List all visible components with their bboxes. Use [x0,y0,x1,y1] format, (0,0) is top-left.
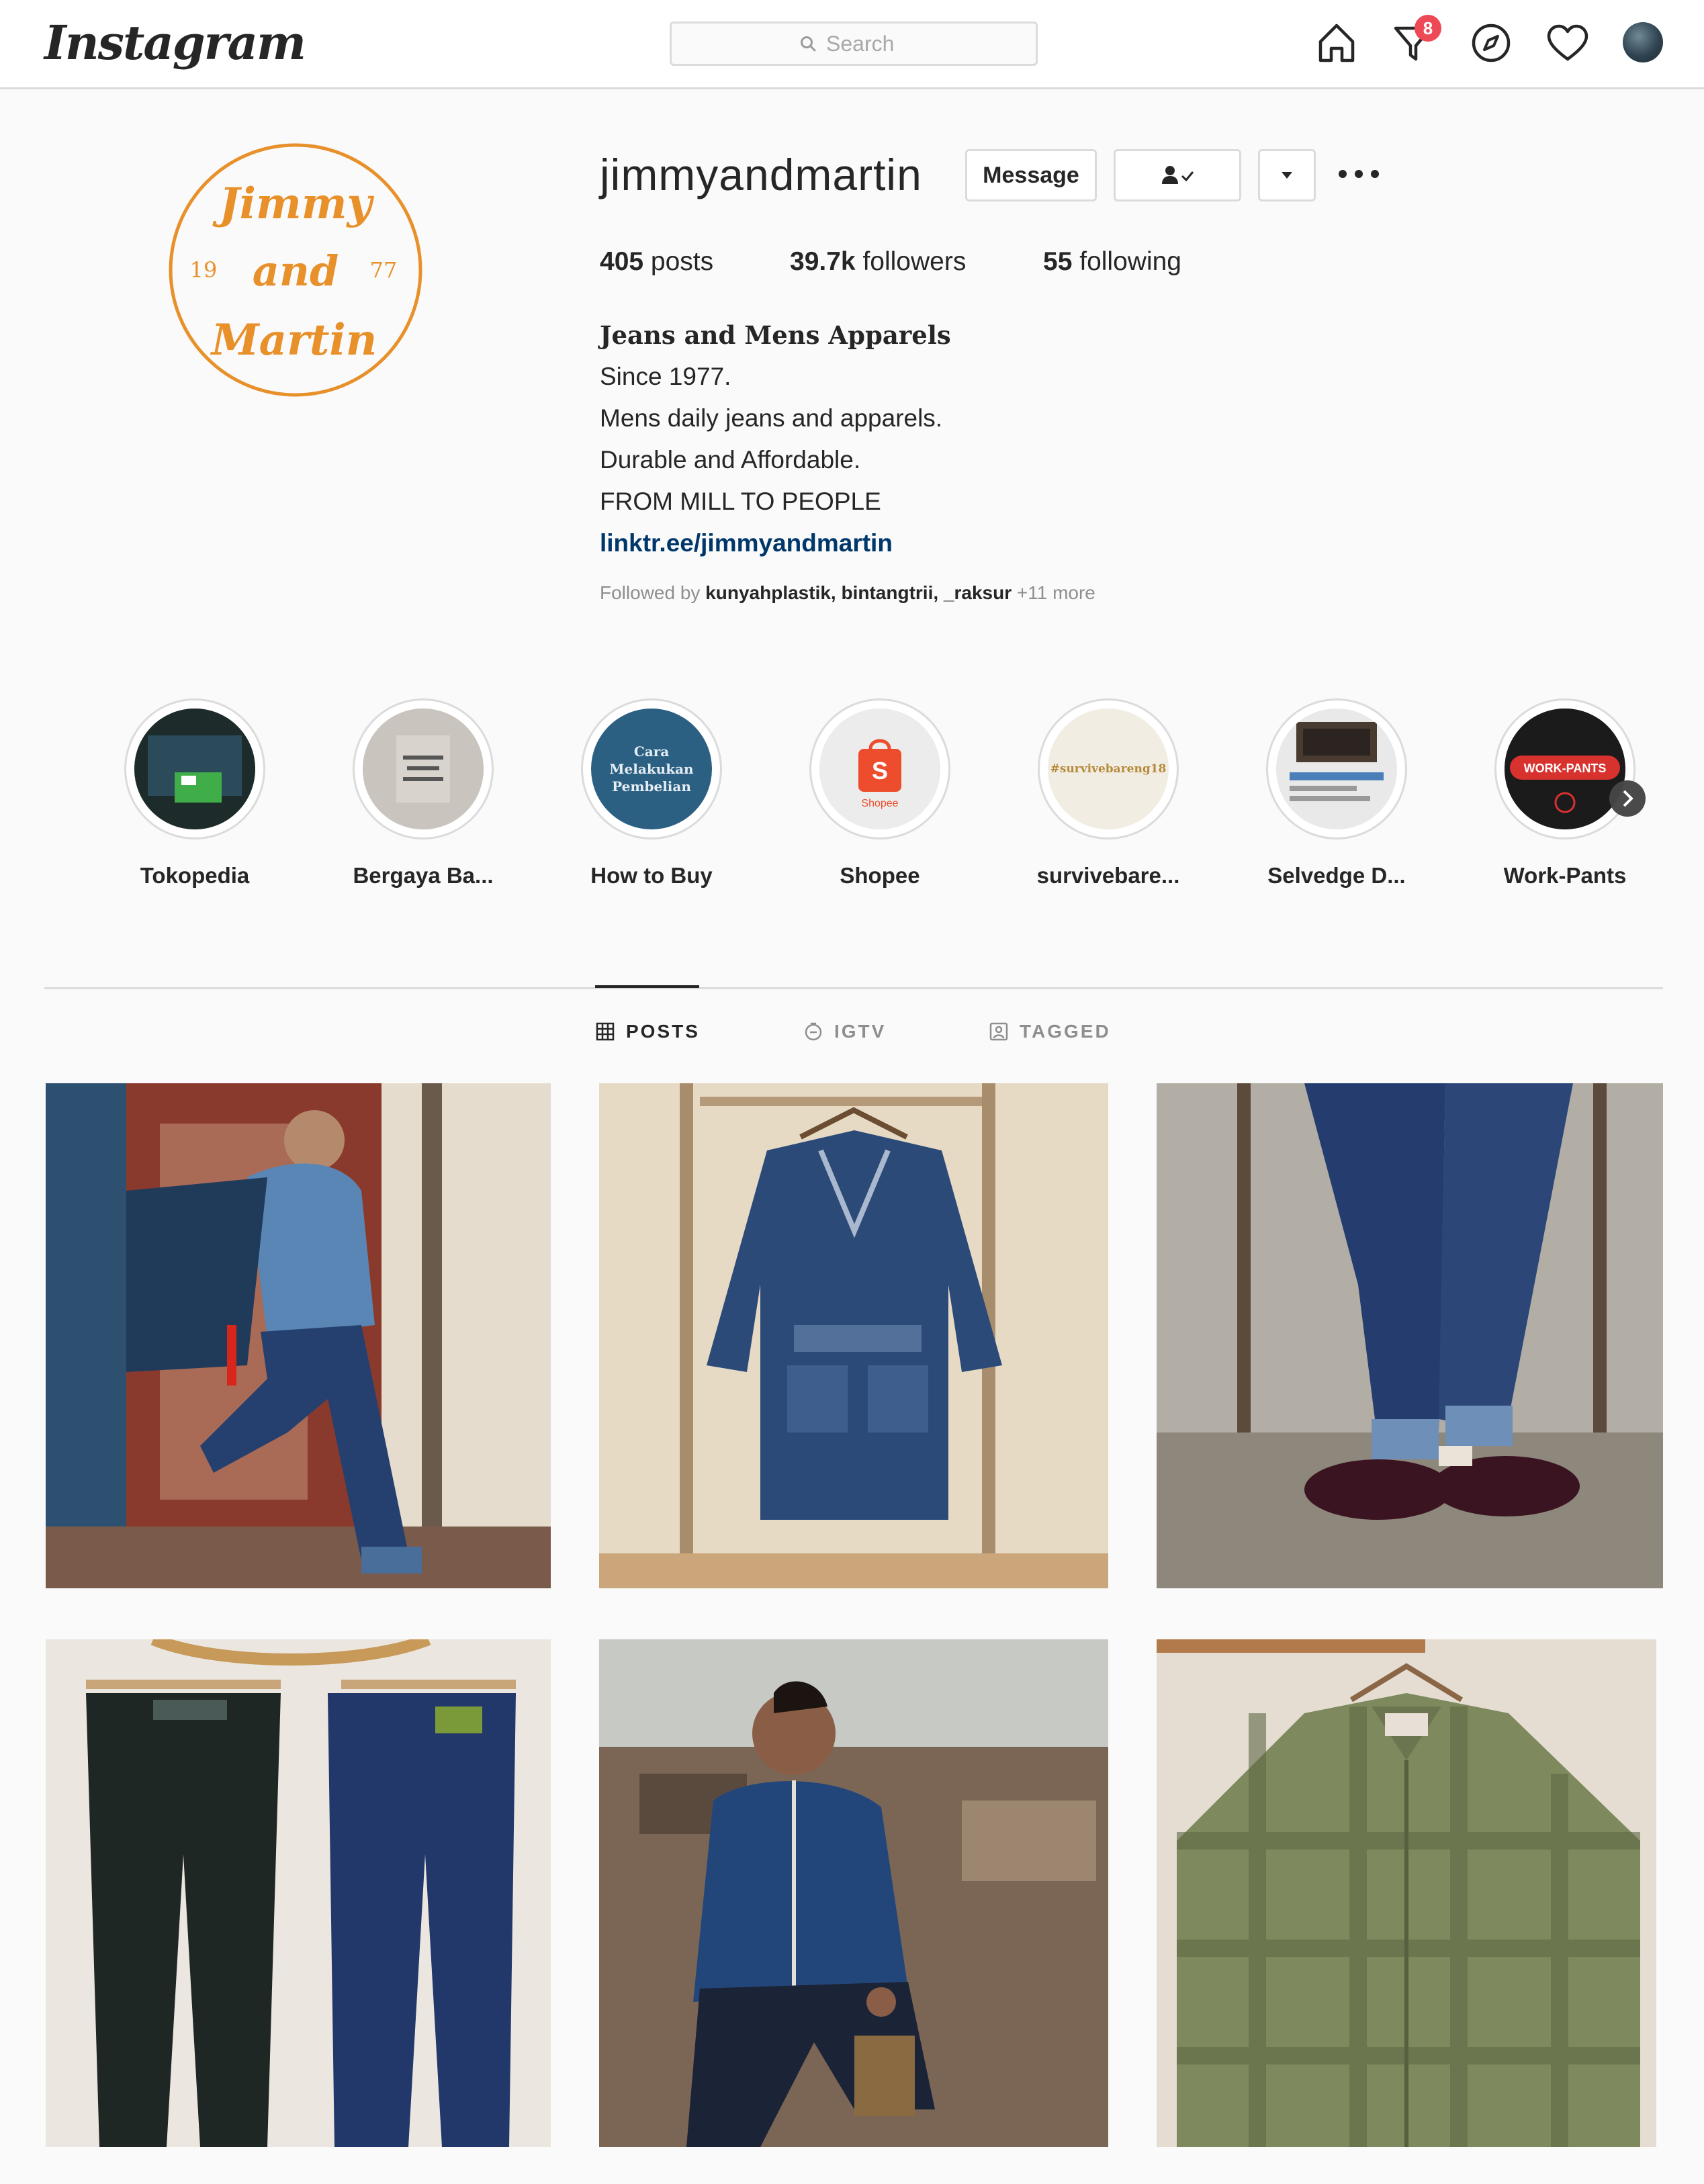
highlight-label: Work-Pants [1503,863,1627,888]
post-image [1157,1083,1663,1588]
post-image [1157,1639,1656,2147]
explore-icon[interactable] [1467,19,1515,67]
tagged-icon [989,1022,1008,1041]
bio-line: FROM MILL TO PEOPLE [600,488,881,515]
tab-label: POSTS [626,1021,700,1042]
highlight-ring [1266,698,1407,839]
followers-label: followers [862,247,967,276]
activity-heart-icon[interactable] [1543,19,1592,67]
search-icon [801,36,816,52]
highlight-ring: WORK-PANTS [1494,698,1635,839]
followed-by-prefix: Followed by [600,582,701,603]
person-check-icon [1162,166,1194,184]
highlight-cover [134,709,255,829]
tab-label: IGTV [834,1021,887,1042]
post-thumbnail[interactable] [599,1083,1108,1588]
bio-line: Since 1977. [600,363,731,390]
highlight-ring [353,698,494,839]
highlight-cover [1276,709,1397,829]
highlight-cover: Cara Melakukan Pembelian [591,709,712,829]
following-count: 55 [1043,247,1073,276]
bio-line: Durable and Affordable. [600,446,861,473]
highlight-cover [363,709,484,829]
home-icon[interactable] [1312,19,1361,67]
logo-text-jimmy: Jimmy [212,179,374,229]
svg-text:S: S [872,757,888,784]
highlight-label: Selvedge D... [1267,863,1406,888]
suggested-dropdown-button[interactable] [1258,149,1316,201]
profile-avatar-icon[interactable] [1623,22,1663,62]
highlight-cover: WORK-PANTS [1505,709,1625,829]
tab-posts[interactable]: POSTS [595,1021,700,1042]
chevron-down-icon [1282,172,1292,179]
tab-igtv[interactable]: IGTV [803,1021,886,1042]
logo-text-and: and [253,246,339,295]
post-image [46,1639,551,2147]
post-image [599,1639,1108,2147]
active-tab-indicator [595,985,699,988]
highlight-label: survivebare... [1036,863,1180,888]
highlight-ring: Cara Melakukan Pembelian [581,698,722,839]
tab-tagged[interactable]: TAGGED [989,1021,1111,1042]
highlight-cover: #survivebareng18 [1048,709,1169,829]
highlights-next-arrow-icon[interactable] [1609,780,1646,817]
notification-badge: 8 [1415,15,1441,42]
grid-icon [596,1022,615,1041]
following-button[interactable] [1114,149,1241,201]
bio-line: Mens daily jeans and apparels. [600,404,943,432]
highlight-ring: S Shopee [809,698,950,839]
top-nav: Instagram 8 [0,0,1704,89]
highlight-label: Bergaya Ba... [353,863,494,888]
post-thumbnail[interactable] [599,1639,1108,2147]
post-thumbnail[interactable] [1157,1083,1663,1588]
igtv-icon [805,1022,822,1041]
post-image [46,1083,551,1588]
highlight-cover-text: WORK-PANTS [1524,762,1607,775]
logo-text-martin: Martin [210,315,377,365]
followed-by-more: +11 more [1016,582,1095,603]
search-input[interactable] [825,30,908,57]
posts-label: posts [650,247,714,276]
following-label: following [1079,247,1181,276]
bio-link[interactable]: linktr.ee/jimmyandmartin [600,522,951,564]
logo-year-left: 19 [190,257,218,283]
post-thumbnail[interactable] [1157,1639,1656,2147]
tab-label: TAGGED [1020,1021,1111,1042]
followers-count: 39.7k [790,247,856,276]
highlight-label: Shopee [840,863,920,888]
profile-username: jimmyandmartin [600,150,922,199]
more-options-icon[interactable] [1337,168,1381,180]
highlight-label: Tokopedia [140,863,250,888]
post-image [599,1083,1108,1588]
profile-bio: Jeans and Mens Apparels Since 1977. Mens… [600,314,951,564]
profile-picture[interactable]: Jimmy and Martin 19 77 [167,141,424,399]
followers-stat[interactable]: 39.7k followers [790,247,966,277]
highlight-ring: #survivebareng18 [1038,698,1179,839]
tab-divider [44,987,1663,989]
posts-stat: 405 posts [600,247,713,277]
highlight-ring [124,698,265,839]
posts-count: 405 [600,247,644,276]
followed-by[interactable]: Followed by kunyahplastik, bintangtrii, … [600,582,1095,604]
followed-by-names: kunyahplastik, bintangtrii, _raksur [705,582,1012,603]
post-thumbnail[interactable] [46,1083,551,1588]
logo-year-right: 77 [370,257,398,283]
search-box[interactable] [670,21,1038,66]
post-thumbnail[interactable] [46,1639,551,2147]
message-button[interactable]: Message [965,149,1097,201]
highlight-cover-text: Shopee [861,798,898,809]
instagram-logo[interactable]: Instagram [44,15,306,71]
following-stat[interactable]: 55 following [1043,247,1181,277]
bio-name: Jeans and Mens Apparels [600,320,951,350]
highlight-cover: S Shopee [819,709,940,829]
highlight-label: How to Buy [590,863,713,888]
